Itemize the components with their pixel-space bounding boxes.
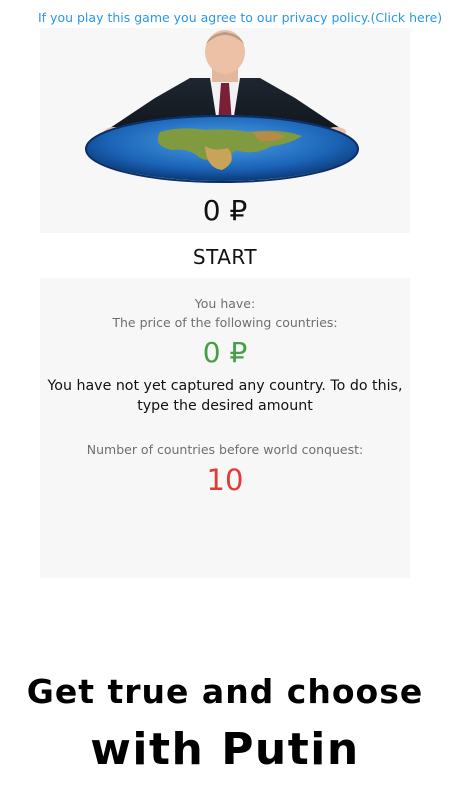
privacy-policy-link[interactable]: If you play this game you agree to our p… — [38, 10, 442, 25]
game-screen: If you play this game you agree to our p… — [0, 0, 450, 800]
start-button[interactable]: START — [40, 240, 410, 274]
capture-instructions: You have not yet captured any country. T… — [47, 378, 403, 414]
country-price-value: 0 ₽ — [202, 336, 248, 369]
balance-display: 0 ₽ — [202, 194, 248, 227]
promo-headline-line-1: Get true and choose — [26, 672, 424, 711]
countries-remaining-value: 10 — [206, 463, 244, 497]
countries-remaining-label: Number of countries before world conques… — [86, 442, 364, 457]
promo-headline-line-2: with Putin — [90, 724, 360, 775]
leader-over-globe-illustration — [85, 30, 359, 183]
you-have-label: You have: — [194, 296, 256, 311]
country-price-label: The price of the following countries: — [112, 315, 338, 330]
info-card: You have: The price of the following cou… — [40, 278, 410, 578]
